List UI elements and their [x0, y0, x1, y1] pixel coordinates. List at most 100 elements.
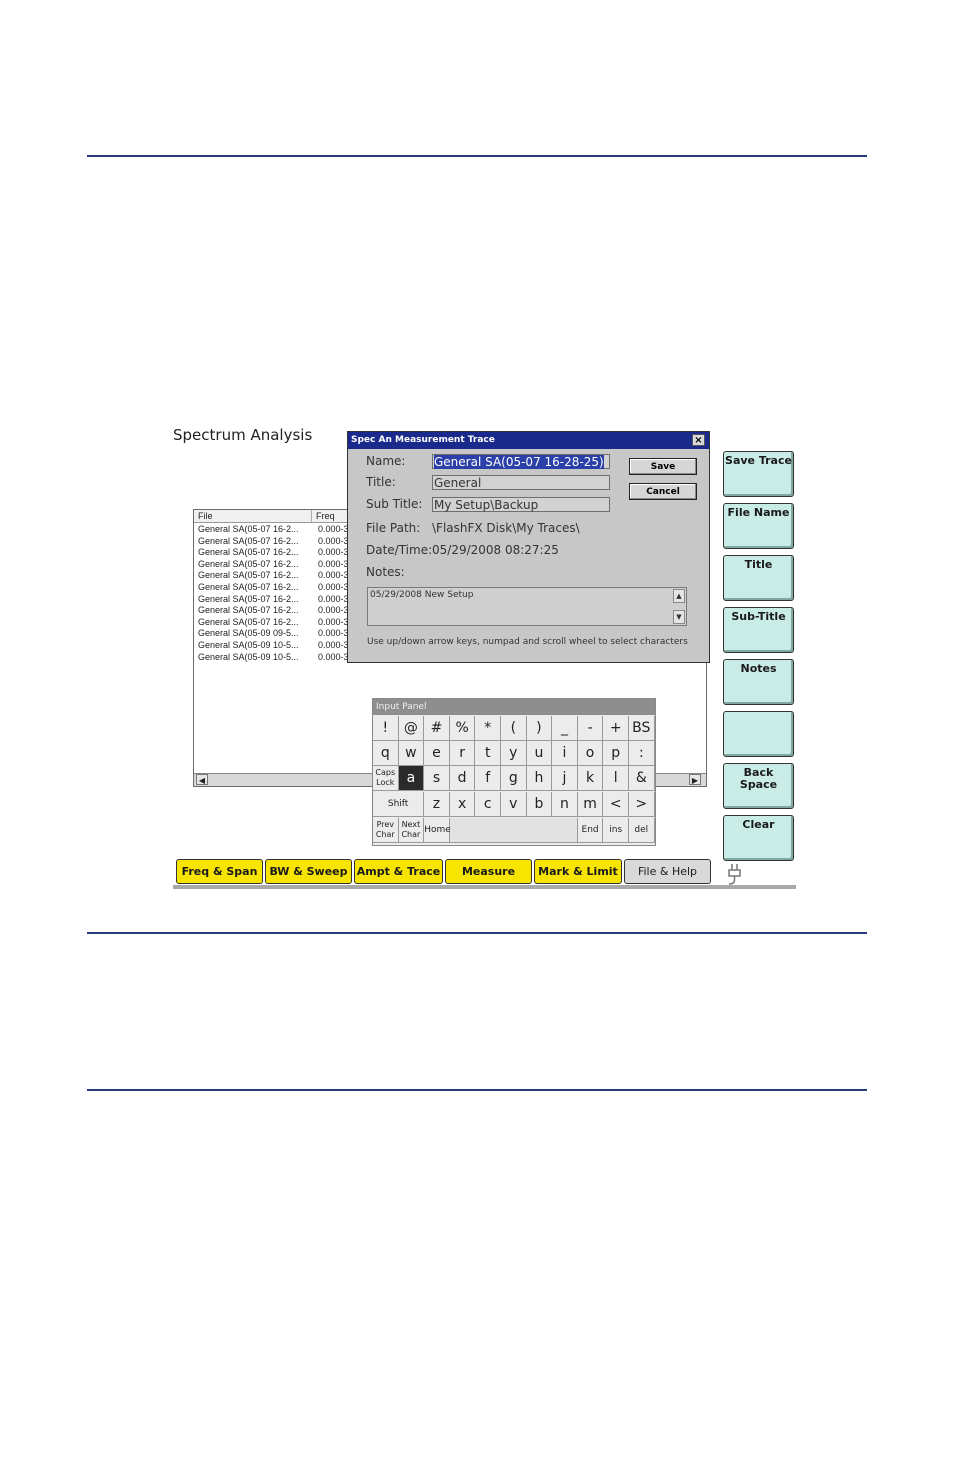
title-label: Title: — [366, 475, 396, 489]
key-z[interactable]: z — [424, 792, 450, 817]
key-w[interactable]: w — [398, 741, 425, 766]
key-r[interactable]: r — [449, 741, 476, 766]
file-name-cell: General SA(05-07 16-2... — [198, 570, 299, 581]
key-s[interactable]: s — [424, 766, 450, 791]
key-symbol-9[interactable]: + — [603, 716, 629, 741]
key-o[interactable]: o — [577, 741, 604, 766]
key-e[interactable]: e — [424, 741, 450, 766]
cancel-button[interactable]: Cancel — [629, 483, 697, 500]
key-b[interactable]: b — [526, 792, 553, 817]
key-home[interactable]: Home — [424, 818, 451, 843]
dialog-title: Spec An Measurement Trace — [351, 435, 495, 445]
key-y[interactable]: y — [501, 741, 527, 766]
key-i[interactable]: i — [552, 741, 578, 766]
key-k[interactable]: k — [577, 766, 604, 791]
key-symbol-1[interactable]: @ — [398, 716, 425, 741]
key-t[interactable]: t — [475, 741, 501, 766]
key-symbol-4[interactable]: * — [475, 716, 501, 741]
key-a[interactable]: a — [398, 766, 425, 791]
key-symbol-6[interactable]: ) — [526, 716, 553, 741]
softkey-clear[interactable]: Clear — [723, 815, 794, 861]
key-v[interactable]: v — [501, 792, 527, 817]
tab-ampt-trace[interactable]: Ampt & Trace — [354, 859, 443, 884]
close-icon[interactable]: × — [692, 434, 705, 446]
key-end[interactable]: End — [577, 818, 604, 843]
subtitle-field[interactable]: My Setup\Backup — [432, 497, 610, 512]
save-button[interactable]: Save — [629, 458, 697, 475]
notes-scroll-up-icon[interactable]: ▲ — [673, 589, 685, 603]
file-name-cell: General SA(05-09 10-5... — [198, 651, 299, 662]
tab-bw-sweep[interactable]: BW & Sweep — [265, 859, 352, 884]
scroll-left-icon[interactable]: ◀ — [196, 774, 208, 785]
file-name-cell: General SA(05-09 09-5... — [198, 628, 299, 639]
key-symbol-7[interactable]: _ — [552, 716, 578, 741]
key-caps-lock[interactable]: Caps Lock — [373, 766, 399, 791]
key-symbol-10[interactable]: & — [629, 766, 655, 791]
key-d[interactable]: d — [449, 766, 476, 791]
keyboard-row: qwertyuiop: — [373, 741, 655, 766]
file-name-cell: General SA(05-07 16-2... — [198, 581, 299, 592]
filepath-value: \FlashFX Disk\My Traces\ — [432, 521, 580, 535]
key-g[interactable]: g — [501, 766, 527, 791]
file-name-cell: General SA(05-07 16-2... — [198, 605, 299, 616]
file-name-cell: General SA(05-07 16-2... — [198, 593, 299, 604]
name-field[interactable]: General SA(05-07 16-28-25) — [432, 454, 610, 469]
key-x[interactable]: x — [449, 792, 476, 817]
softkey-back-space[interactable]: Back Space — [723, 763, 794, 809]
scroll-right-icon[interactable]: ▶ — [689, 774, 701, 785]
name-value: General SA(05-07 16-28-25) — [434, 455, 604, 469]
key-symbol-10[interactable]: : — [629, 741, 655, 766]
title-field[interactable]: General — [432, 475, 610, 490]
tab-freq-span[interactable]: Freq & Span — [176, 859, 263, 884]
notes-field[interactable]: 05/29/2008 New Setup ▲ ▼ — [367, 587, 687, 626]
key-symbol-2[interactable]: # — [424, 716, 450, 741]
tab-measure[interactable]: Measure — [445, 859, 532, 884]
key-n[interactable]: n — [552, 792, 578, 817]
file-name-cell: General SA(05-07 16-2... — [198, 558, 299, 569]
tab-file-help[interactable]: File & Help — [624, 859, 711, 884]
key-symbol-8[interactable]: < — [603, 792, 629, 817]
softkey-title[interactable]: Title — [723, 555, 794, 601]
datetime-label: Date/Time: — [366, 543, 433, 557]
key-m[interactable]: m — [577, 792, 604, 817]
key-h[interactable]: h — [526, 766, 553, 791]
key-symbol-0[interactable]: ! — [373, 716, 399, 741]
softkey-save-trace[interactable]: Save Trace — [723, 451, 794, 497]
filepath-label: File Path: — [366, 521, 421, 535]
key-prev-char[interactable]: Prev Char — [373, 818, 399, 843]
key-f[interactable]: f — [475, 766, 501, 791]
softkey-file-name[interactable]: File Name — [723, 503, 794, 549]
input-panel: Input Panel ! @ #% *() _ - + BS q w e r t y u i o p: Caps … — [372, 698, 656, 846]
notes-scroll-down-icon[interactable]: ▼ — [673, 610, 685, 624]
middle-rule — [87, 932, 867, 934]
key-symbol-9[interactable]: > — [629, 792, 655, 817]
softkey-sub-title[interactable]: Sub-Title — [723, 607, 794, 653]
key-bs[interactable]: BS — [629, 716, 655, 741]
dialog-titlebar: Spec An Measurement Trace × — [348, 432, 709, 449]
key-space[interactable] — [449, 818, 578, 843]
softkey-blank[interactable] — [723, 711, 794, 757]
key-symbol-8[interactable]: - — [577, 716, 604, 741]
power-plug-icon — [728, 864, 741, 885]
key-next-char[interactable]: Next Char — [398, 818, 425, 843]
key-c[interactable]: c — [475, 792, 501, 817]
file-name-cell: General SA(05-07 16-2... — [198, 547, 299, 558]
key-symbol-3[interactable]: % — [449, 716, 476, 741]
key-l[interactable]: l — [603, 766, 629, 791]
input-panel-title: Input Panel — [373, 699, 655, 715]
key-p[interactable]: p — [603, 741, 629, 766]
keyboard-row: Shift z x c v b n m < > — [373, 792, 655, 817]
column-header-file[interactable]: File — [194, 510, 312, 522]
file-name-cell: General SA(05-09 10-5... — [198, 639, 299, 650]
dialog-hint: Use up/down arrow keys, numpad and scrol… — [367, 637, 688, 647]
key-q[interactable]: q — [373, 741, 399, 766]
key-ins[interactable]: ins — [603, 818, 629, 843]
key-symbol-5[interactable]: ( — [501, 716, 527, 741]
key-j[interactable]: j — [552, 766, 578, 791]
bottom-rule — [87, 1089, 867, 1091]
key-del[interactable]: del — [629, 818, 655, 843]
tab-mark-limit[interactable]: Mark & Limit — [534, 859, 622, 884]
softkey-notes[interactable]: Notes — [723, 659, 794, 705]
key-shift[interactable]: Shift — [373, 792, 425, 817]
key-u[interactable]: u — [526, 741, 553, 766]
